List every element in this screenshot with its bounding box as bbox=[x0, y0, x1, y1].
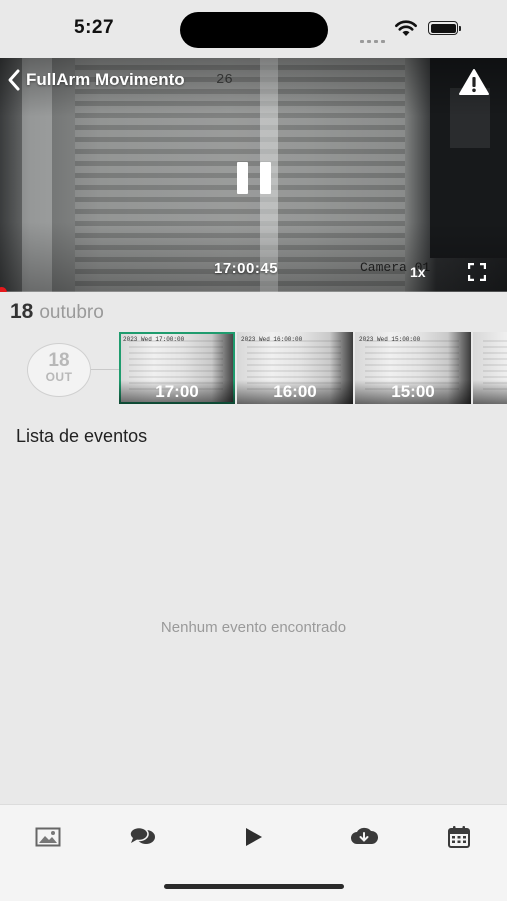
tab-live[interactable] bbox=[233, 821, 273, 853]
date-month: outubro bbox=[39, 302, 104, 323]
alert-button[interactable] bbox=[458, 68, 490, 96]
warning-icon bbox=[459, 69, 489, 95]
day-selector[interactable]: 18 OUT bbox=[27, 343, 91, 397]
date-day: 18 bbox=[10, 300, 34, 323]
thumbnail-time: 16:00 bbox=[237, 380, 353, 404]
fullscreen-button[interactable] bbox=[467, 262, 487, 282]
play-icon bbox=[246, 828, 262, 846]
calendar-icon bbox=[448, 826, 470, 848]
tab-snapshots[interactable] bbox=[28, 821, 68, 853]
thumbnail-overlay-text: 2023 Wed 15:00:00 bbox=[359, 336, 421, 343]
day-selector-day: 18 bbox=[48, 350, 70, 371]
home-indicator bbox=[164, 884, 344, 889]
tab-chat[interactable] bbox=[123, 821, 163, 853]
video-player[interactable]: FullArm Movimento 26 17:00:45 Camera 01 … bbox=[0, 58, 507, 292]
status-bar: 5:27 bbox=[0, 0, 507, 58]
progress-track[interactable] bbox=[0, 291, 507, 292]
image-icon bbox=[35, 827, 61, 847]
thumbnail-time: 15:00 bbox=[355, 380, 471, 404]
back-button[interactable]: FullArm Movimento bbox=[6, 66, 185, 94]
cellular-signal-icon bbox=[360, 30, 388, 48]
thumbnail-overlay-text: 2023 Wed 16:00:00 bbox=[241, 336, 303, 343]
day-selector-month: OUT bbox=[45, 370, 73, 384]
camera-title: FullArm Movimento bbox=[26, 70, 185, 89]
tab-calendar[interactable] bbox=[439, 821, 479, 853]
battery-icon bbox=[428, 21, 461, 35]
pause-button[interactable] bbox=[236, 162, 272, 198]
timeline-thumbnail[interactable]: 2023 Wed 16:00:00 16:00 bbox=[237, 332, 353, 404]
thumbnail-time: 17:00 bbox=[119, 380, 235, 404]
chat-icon bbox=[129, 826, 155, 844]
tab-download[interactable] bbox=[344, 821, 384, 853]
thumbnail-overlay-text: 2023 Wed 17:00:00 bbox=[123, 336, 185, 343]
wifi-icon bbox=[394, 19, 418, 42]
video-overlay-number: 26 bbox=[216, 72, 233, 88]
timeline-thumbnail[interactable]: 2023 Wed 15:00:00 15:00 bbox=[355, 332, 471, 404]
fullscreen-icon bbox=[467, 262, 487, 282]
video-timestamp: 17:00:45 bbox=[214, 260, 279, 277]
timeline-thumbnail[interactable]: 2023 Wed 17:00:00 17:00 bbox=[119, 332, 235, 404]
playback-speed-button[interactable]: 1x bbox=[410, 264, 426, 280]
dynamic-island bbox=[180, 12, 328, 48]
timeline-thumbnail[interactable] bbox=[473, 332, 507, 404]
events-title: Lista de eventos bbox=[16, 426, 148, 446]
status-time: 5:27 bbox=[74, 17, 115, 38]
cloud-download-icon bbox=[351, 827, 378, 844]
date-header: 18 outubro bbox=[10, 300, 104, 324]
thumbnail-time bbox=[473, 380, 507, 404]
empty-events-message: Nenhum evento encontrado bbox=[160, 619, 347, 636]
timeline-connector bbox=[91, 369, 119, 370]
pause-icon bbox=[260, 162, 271, 194]
chevron-left-icon bbox=[8, 69, 20, 91]
pause-icon bbox=[237, 162, 248, 194]
timeline-thumbnails[interactable]: 2023 Wed 17:00:00 17:00 2023 Wed 16:00:0… bbox=[119, 332, 507, 406]
